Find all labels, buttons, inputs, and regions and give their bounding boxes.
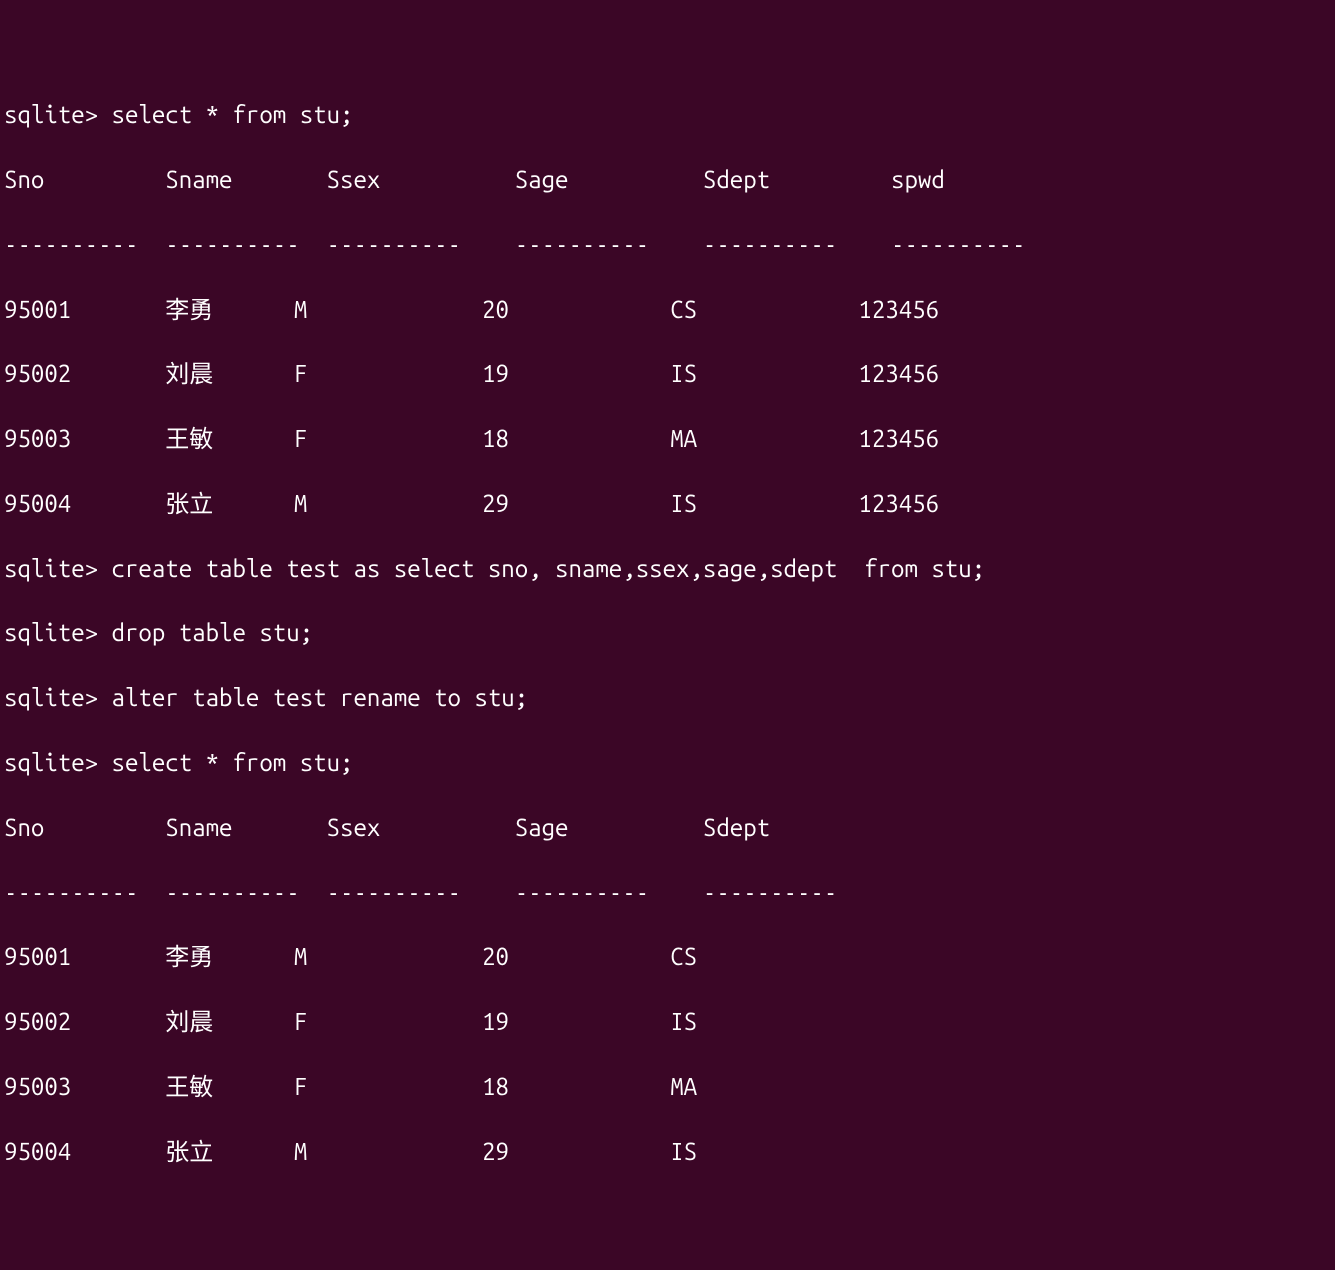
command-line-3[interactable]: sqlite> drop table stu; — [4, 617, 1331, 649]
sqlite-prompt: sqlite> — [4, 749, 112, 776]
command-text: drop table stu; — [112, 619, 314, 646]
table-row: 95001 李勇 M 20 CS — [4, 941, 1331, 973]
table-row: 95002 刘晨 F 19 IS — [4, 1006, 1331, 1038]
table2-header: Sno Sname Ssex Sage Sdept — [4, 812, 1331, 844]
table-row: 95001 李勇 M 20 CS 123456 — [4, 294, 1331, 326]
table-row: 95003 王敏 F 18 MA — [4, 1071, 1331, 1103]
command-text: alter table test rename to stu; — [112, 684, 529, 711]
command-line-1[interactable]: sqlite> select * from stu; — [4, 99, 1331, 131]
sqlite-prompt: sqlite> — [4, 101, 112, 128]
sqlite-prompt: sqlite> — [4, 684, 112, 711]
command-text: select * from stu; — [112, 749, 354, 776]
command-line-5[interactable]: sqlite> select * from stu; — [4, 747, 1331, 779]
table-row: 95002 刘晨 F 19 IS 123456 — [4, 358, 1331, 390]
table1-header: Sno Sname Ssex Sage Sdept spwd — [4, 164, 1331, 196]
command-line-4[interactable]: sqlite> alter table test rename to stu; — [4, 682, 1331, 714]
command-text: select * from stu; — [112, 101, 354, 128]
table1-separator: ---------- ---------- ---------- -------… — [4, 229, 1331, 261]
sqlite-prompt: sqlite> — [4, 619, 112, 646]
table-row: 95004 张立 M 29 IS 123456 — [4, 488, 1331, 520]
command-text: create table test as select sno, sname,s… — [112, 555, 986, 582]
command-line-2[interactable]: sqlite> create table test as select sno,… — [4, 553, 1331, 585]
table-row: 95004 张立 M 29 IS — [4, 1136, 1331, 1168]
table-row: 95003 王敏 F 18 MA 123456 — [4, 423, 1331, 455]
table2-separator: ---------- ---------- ---------- -------… — [4, 877, 1331, 909]
sqlite-prompt: sqlite> — [4, 555, 112, 582]
